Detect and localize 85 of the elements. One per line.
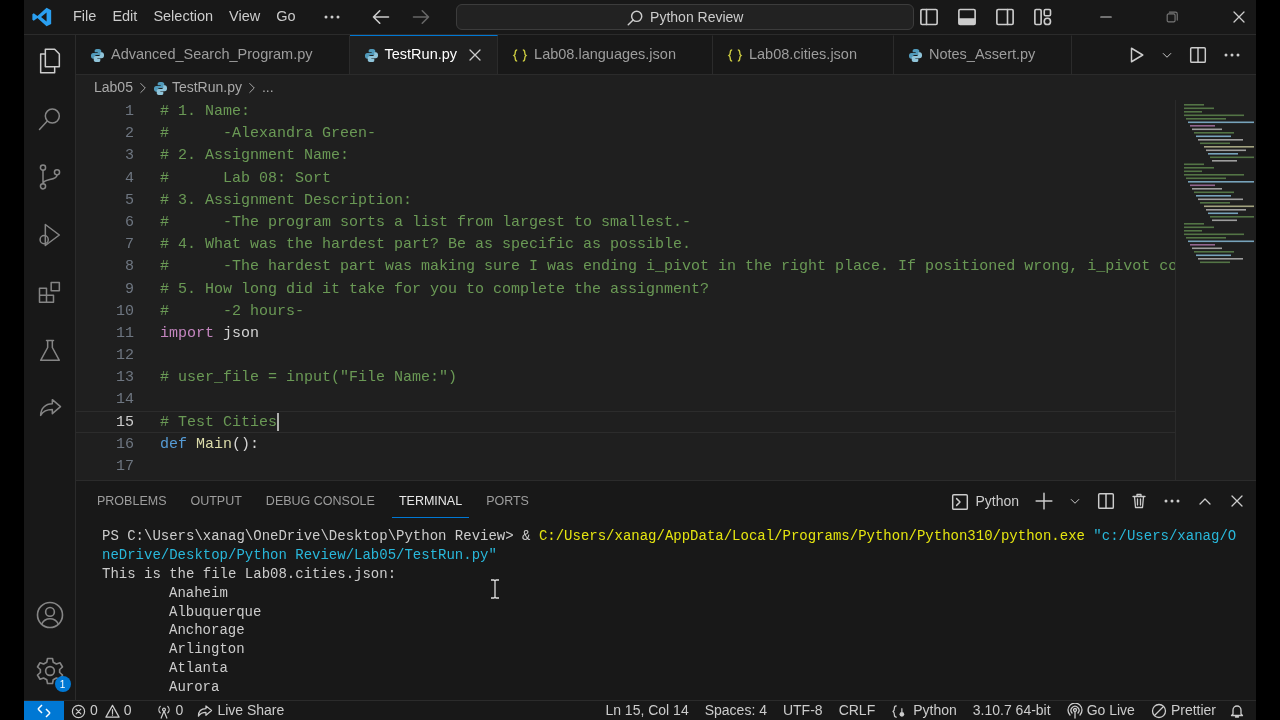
terminal-text: This is the file Lab08.cities.json:	[102, 564, 397, 584]
manage-icon[interactable]	[34, 656, 65, 686]
line-number: 13	[115, 368, 134, 388]
line-number: 9	[124, 279, 134, 299]
terminal-text: Atlanta	[169, 659, 228, 679]
code-token: # Test Cities	[160, 412, 278, 432]
code-token: # user_file = input("File Name:")	[160, 368, 458, 388]
terminal-text: PS C:\Users\xanag\OneDrive\Desktop\Python Review> &	[102, 527, 531, 546]
code-token: json	[223, 323, 260, 344]
line-number: 4	[124, 168, 134, 188]
status-item[interactable]: Go Live	[1058, 700, 1143, 720]
editor-tab[interactable]: Advanced_Search_Program.py	[76, 35, 350, 74]
status-item[interactable]: Python	[883, 700, 965, 720]
command-center[interactable]: Python Review	[455, 4, 914, 30]
line-number: 2	[124, 124, 134, 144]
status-item[interactable]: 3.10.7 64-bit	[964, 700, 1059, 720]
code-token: # Lab 08: Sort	[160, 168, 332, 188]
text-cursor	[277, 412, 280, 431]
editor-tab[interactable]: Lab08.cities.json	[712, 35, 894, 74]
line-number: 1	[124, 102, 134, 122]
terminal-text: Aurora	[169, 678, 220, 697]
panel-tab[interactable]: OUTPUT	[183, 484, 249, 518]
menu-item[interactable]: Selection	[145, 6, 222, 28]
code-token: # 3. Assignment Description:	[160, 190, 413, 210]
menu-item[interactable]: File	[65, 6, 105, 28]
remote-button[interactable]	[24, 700, 64, 720]
code-token: Main	[196, 434, 233, 454]
menu-item[interactable]: Go	[268, 6, 304, 28]
line-number: 8	[124, 257, 134, 277]
code-token: # 4. What was the hardest part? Be as specific as possible.	[160, 235, 692, 255]
terminal-text: Anaheim	[169, 583, 228, 603]
terminal-text: neDrive/Desktop/Python Review/Lab05/TestRun.py"	[102, 545, 497, 565]
status-item[interactable]: Ln 15, Col 14	[597, 700, 697, 720]
code-token: import	[160, 323, 214, 344]
line-number: 17	[115, 457, 134, 477]
panel-tab[interactable]: PORTS	[479, 484, 536, 518]
breadcrumb-item[interactable]: TestRun.py	[171, 77, 242, 98]
line-number: 3	[124, 146, 134, 166]
status-item[interactable]: Live Share	[190, 700, 292, 720]
status-item[interactable]: Spaces: 4	[696, 700, 775, 720]
terminal-text: Albuquerque	[169, 602, 262, 622]
broadcast-icon	[1066, 700, 1083, 720]
line-number: 6	[124, 212, 134, 233]
terminal-text: Arlington	[169, 640, 245, 660]
menu-item[interactable]: View	[221, 6, 269, 28]
code-token: # -2 hours-	[160, 301, 305, 321]
code-token: # -Alexandra Green-	[160, 124, 377, 144]
status-item[interactable]: UTF-8	[774, 700, 831, 720]
editor-tab[interactable]: Lab08.languages.json	[498, 35, 713, 74]
editor-tab[interactable]: Notes_Assert.py	[894, 35, 1073, 74]
breadcrumb-item[interactable]: Lab05	[94, 77, 133, 98]
status-item[interactable]: 0	[148, 700, 191, 720]
terminal-text: "c:/Users/xanag/O	[1093, 527, 1237, 546]
line-number: 5	[124, 190, 134, 210]
accounts-icon[interactable]	[34, 600, 65, 630]
panel-tab[interactable]: PROBLEMS	[90, 484, 174, 518]
line-number: 10	[115, 301, 134, 321]
line-number: 7	[124, 235, 134, 255]
terminal-profile[interactable]: Python	[946, 490, 1024, 512]
code-token: # -The program sorts a list from largest to smallest.-	[160, 212, 692, 233]
menu-item[interactable]: Edit	[104, 6, 146, 28]
line-number: 16	[115, 434, 134, 454]
terminal-text: Anchorage	[169, 621, 245, 641]
code-token: # 2. Assignment Name:	[160, 146, 350, 166]
breadcrumb-item[interactable]: ...	[262, 77, 274, 98]
status-item[interactable]: 0	[64, 700, 105, 720]
status-item[interactable]: Prettier	[1142, 700, 1224, 720]
code-token: def	[160, 434, 187, 454]
panel-tab[interactable]: TERMINAL	[391, 484, 470, 518]
code-token: # 1. Name:	[160, 102, 250, 122]
status-item[interactable]: 0	[104, 700, 139, 720]
line-number: 14	[115, 390, 134, 410]
text-cursor-icon	[490, 578, 500, 600]
panel-tab[interactable]: DEBUG CONSOLE	[258, 484, 382, 518]
line-number: 11	[115, 323, 134, 344]
line-number: 12	[115, 346, 134, 366]
command-center-text: Python Review	[650, 7, 744, 27]
app-logo-icon	[31, 5, 53, 29]
notification-count: 1	[54, 676, 71, 692]
code-token: # 5. How long did it take for you to complete the assignment?	[160, 279, 710, 299]
code-token: ():	[232, 434, 260, 454]
terminal-text: C:/Users/xanag/AppData/Local/Programs/Python/Python310/python.exe	[538, 527, 1085, 546]
editor-tab[interactable]: TestRun.py	[349, 35, 499, 74]
line-number: 15	[115, 412, 134, 432]
status-item[interactable]: CRLF	[830, 700, 884, 720]
